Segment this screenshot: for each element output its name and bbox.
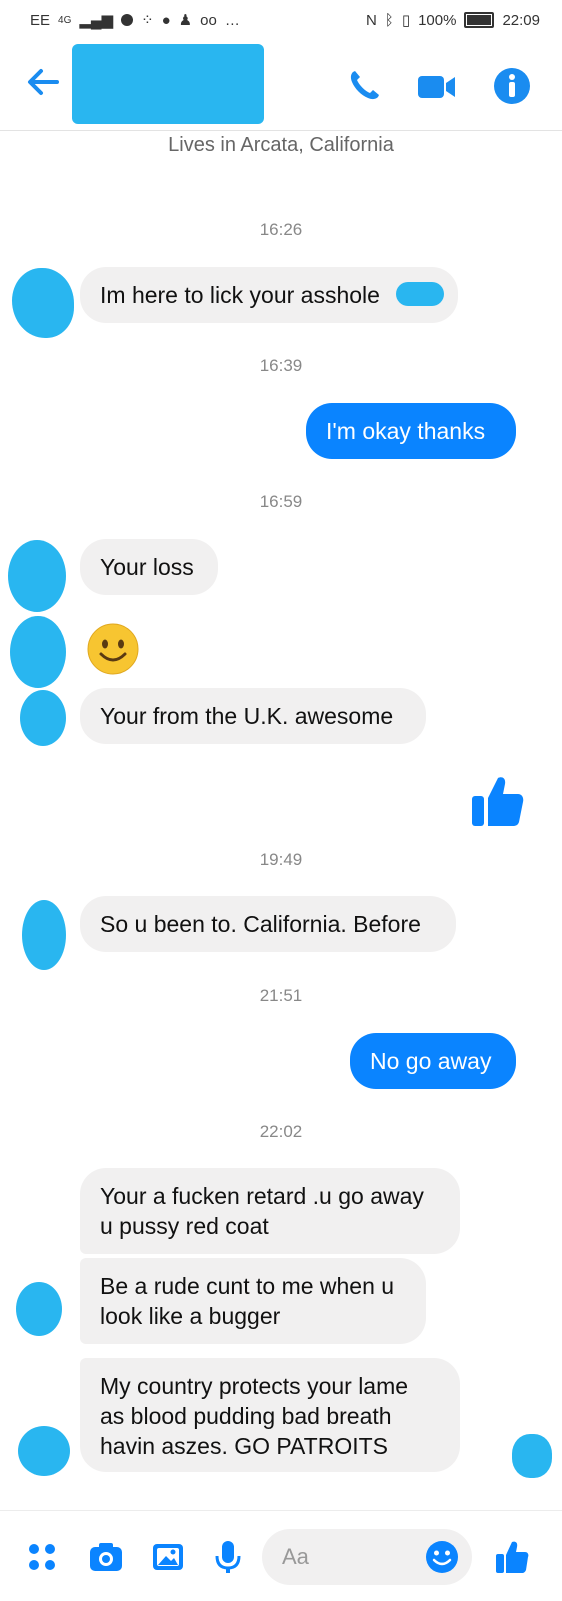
dots-icon: ⁘ [141, 12, 154, 29]
message-incoming[interactable]: Your from the U.K. awesome [80, 688, 426, 744]
thumbs-up-icon[interactable] [494, 1539, 530, 1575]
user-icon: ♟ [178, 12, 193, 29]
timestamp: 16:26 [259, 220, 303, 239]
microphone-icon[interactable] [210, 1539, 246, 1575]
back-button[interactable] [22, 62, 64, 104]
chat-header [0, 40, 562, 131]
redaction [396, 282, 444, 306]
timestamp: 21:51 [259, 986, 303, 1005]
message-incoming[interactable]: My country protects your lame as blood p… [80, 1358, 460, 1472]
message-composer [0, 1510, 562, 1601]
status-bar-left: EE 4G ▂▄▆ ⁘ ● ♟ oo … [30, 11, 240, 30]
contact-name-redacted[interactable] [72, 44, 264, 124]
more-icon: … [224, 11, 240, 29]
message-incoming[interactable]: Your loss [80, 539, 218, 595]
timestamp: 19:49 [259, 850, 303, 869]
avatar-redacted [18, 1426, 70, 1476]
nfc-icon: N [365, 11, 377, 29]
timestamp: 16:59 [259, 492, 303, 511]
message-incoming[interactable]: Your a fucken retard .u go away u pussy … [80, 1168, 460, 1254]
avatar-redacted [8, 540, 66, 612]
timestamp: 22:02 [259, 1122, 303, 1141]
clock: 22:09 [502, 11, 540, 29]
avatar-redacted [12, 268, 74, 338]
message-incoming[interactable]: So u been to. California. Before [80, 896, 456, 952]
info-icon [494, 68, 530, 104]
vibrate-icon: ▯ [401, 12, 411, 29]
avatar-redacted [16, 1282, 62, 1336]
message-outgoing[interactable]: I'm okay thanks [306, 403, 516, 459]
signal-icon: ▂▄▆ [79, 12, 114, 29]
carrier-label: EE [30, 11, 51, 29]
video-camera-icon [418, 76, 455, 98]
spotify-icon [121, 14, 134, 26]
contact-location: Lives in Arcata, California [168, 134, 394, 156]
apps-icon[interactable] [24, 1539, 60, 1575]
message-incoming[interactable]: Be a rude cunt to me when u look like a … [80, 1258, 426, 1344]
arrow-left-icon [28, 69, 59, 95]
voicemail-icon: oo [200, 11, 217, 29]
status-bar-right: N ᛒ ▯ 100% 22:09 [365, 11, 540, 30]
battery-icon [464, 12, 495, 28]
avatar-redacted [22, 900, 66, 970]
battery-percent: 100% [418, 11, 457, 29]
smiling-face-emoji[interactable] [86, 622, 140, 676]
timestamp: 16:39 [259, 356, 303, 375]
avatar-redacted [20, 690, 66, 746]
image-icon[interactable] [150, 1539, 186, 1575]
network-label: 4G [58, 14, 72, 26]
thumbs-up-icon[interactable] [468, 772, 526, 830]
message-outgoing[interactable]: No go away [350, 1033, 516, 1089]
bluetooth-icon: ᛒ [384, 11, 394, 29]
emoji-icon[interactable] [424, 1539, 460, 1575]
avatar-redacted [10, 616, 66, 688]
video-call-button[interactable] [416, 66, 456, 106]
camera-icon[interactable] [88, 1539, 124, 1575]
flame-icon: ● [161, 11, 171, 29]
status-bar: EE 4G ▂▄▆ ⁘ ● ♟ oo … N ᛒ ▯ 100% 22:09 [0, 0, 562, 40]
seen-avatar-redacted [512, 1434, 552, 1478]
info-button[interactable] [492, 66, 532, 106]
phone-icon [350, 71, 379, 100]
call-button[interactable] [344, 66, 384, 106]
